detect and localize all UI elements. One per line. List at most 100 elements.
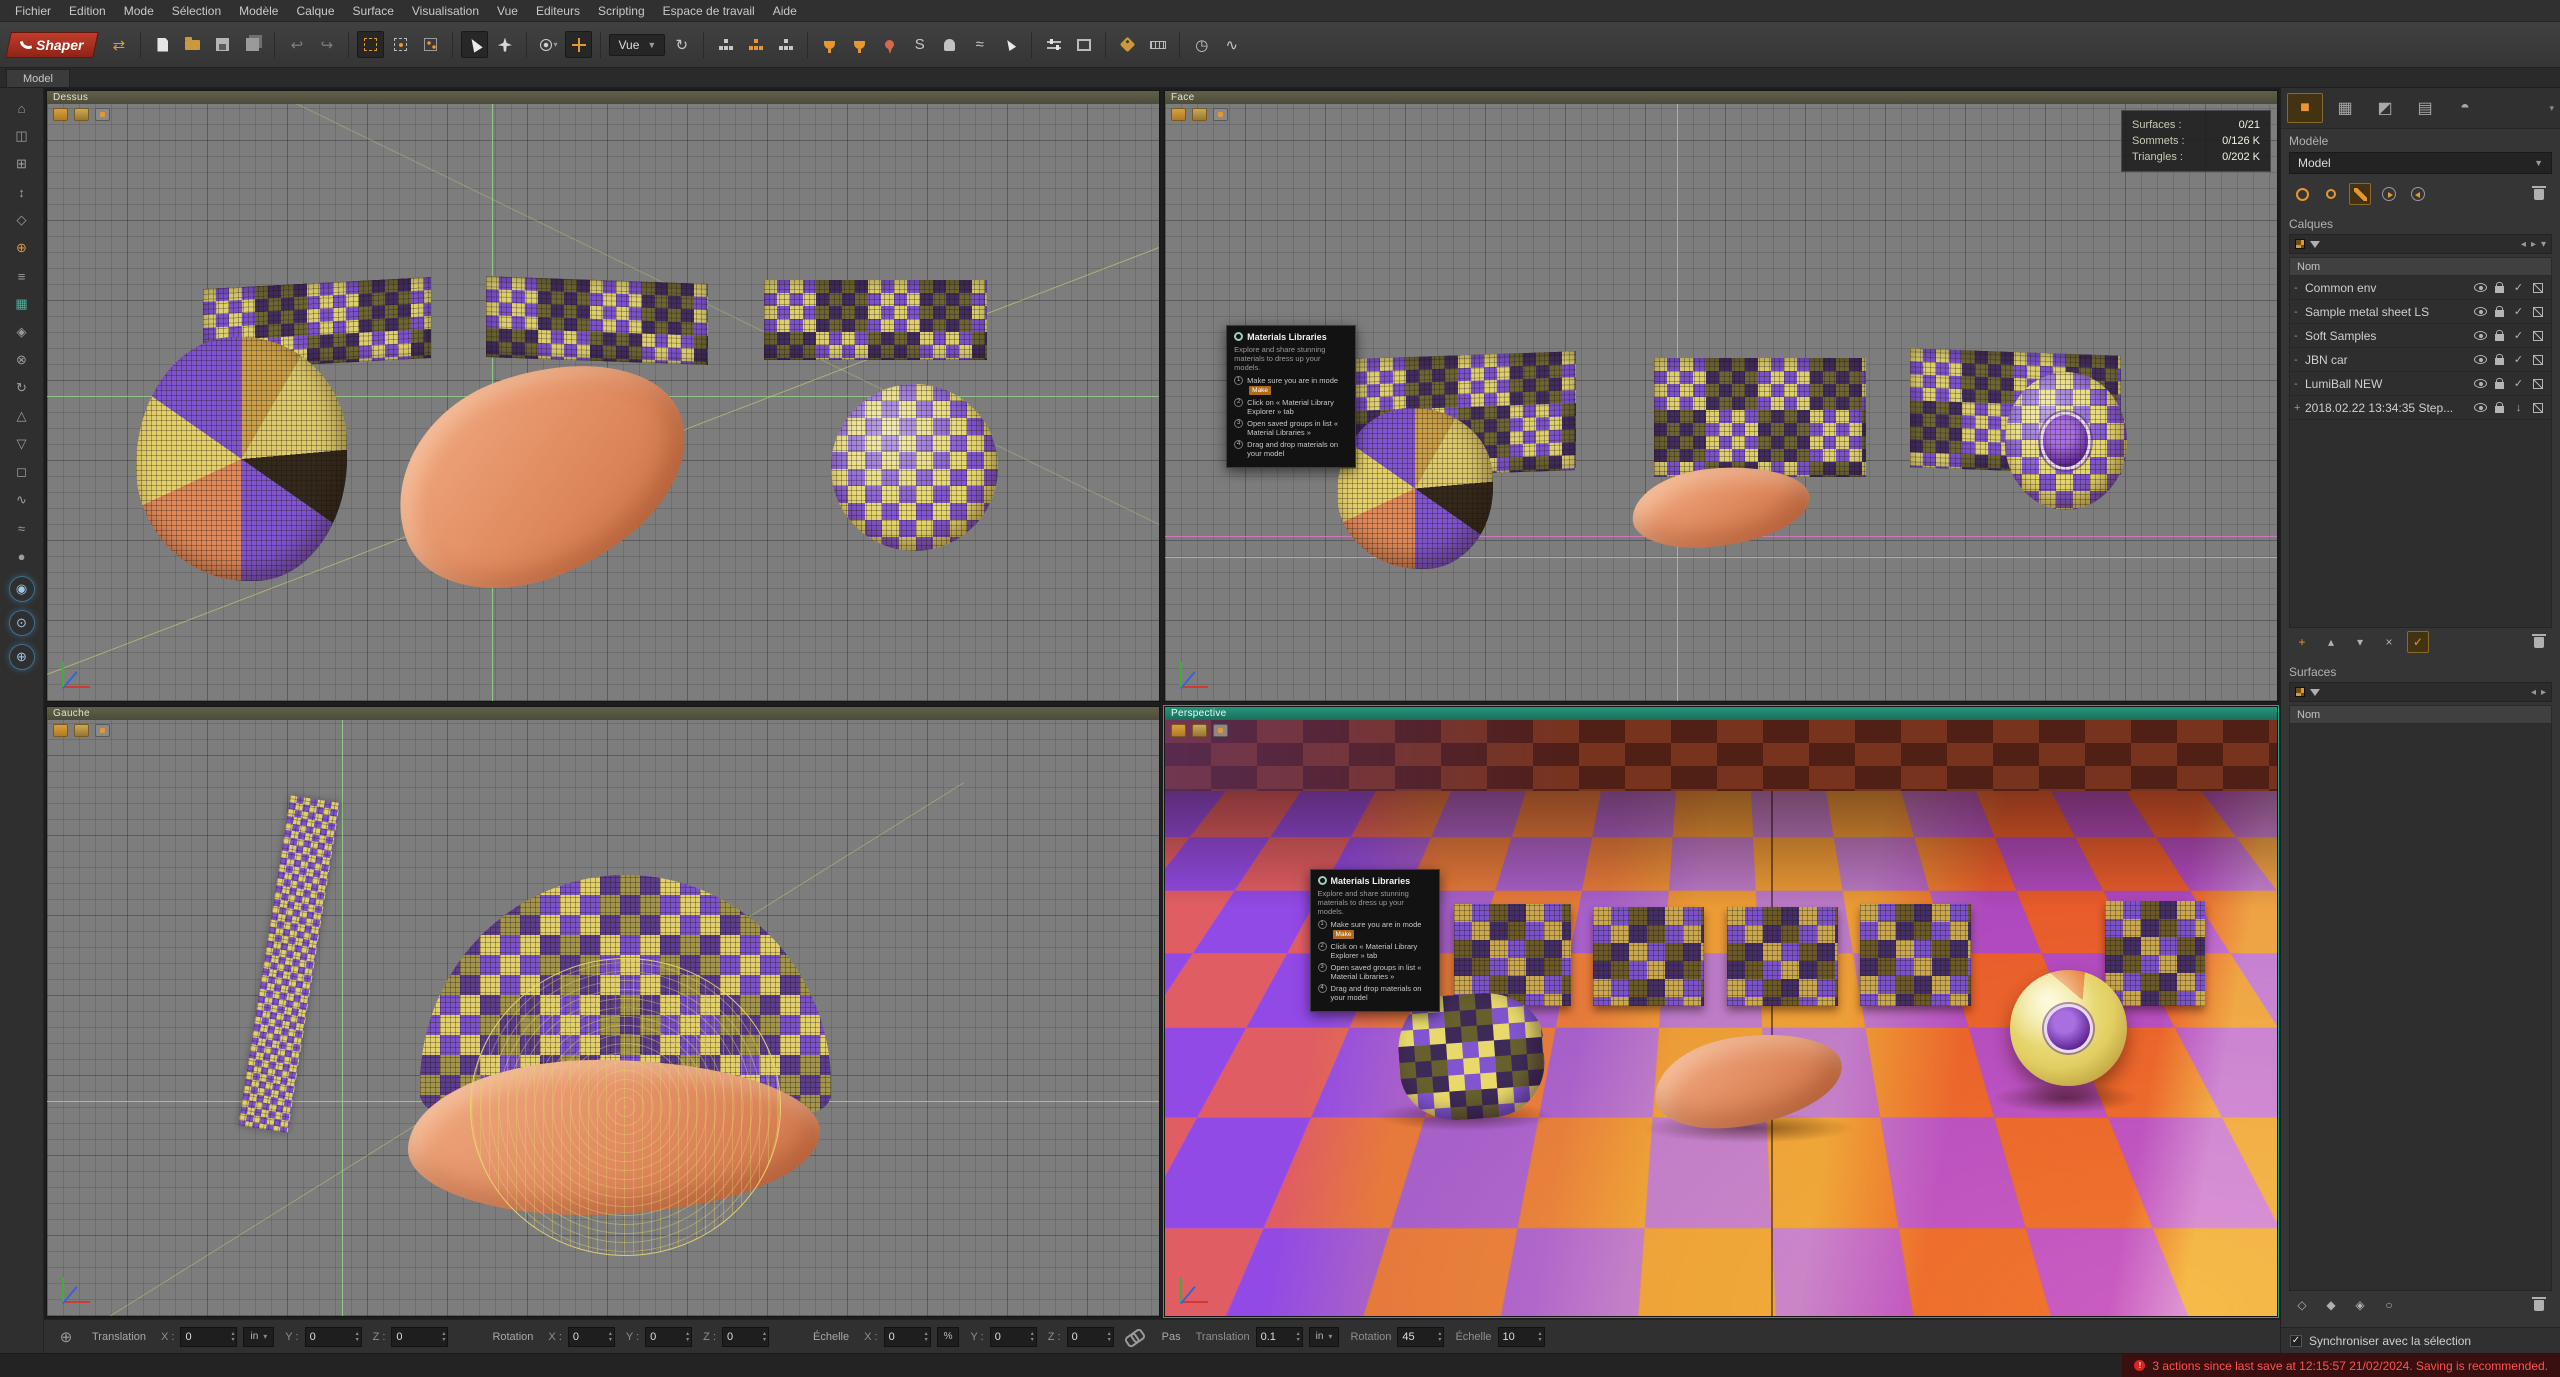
tab-lighting-icon[interactable]: ◓ <box>2447 93 2483 123</box>
layer-row[interactable]: - Common env ✓ <box>2290 276 2551 300</box>
viewport-gauche[interactable]: Gauche <box>46 705 1160 1317</box>
left-tool-11-icon[interactable]: ↻ <box>8 376 36 400</box>
translation-z-field[interactable]: ▴▾ <box>391 1326 449 1347</box>
translation-unit-dropdown[interactable]: in ▾ <box>243 1326 275 1347</box>
coordinate-system-icon[interactable]: ⊕ <box>54 1325 78 1349</box>
menu-item[interactable]: Mode <box>115 0 163 21</box>
layer-color-icon[interactable] <box>2295 239 2305 249</box>
viewport-titlebar[interactable]: Gauche <box>47 706 1159 720</box>
checkered-banner[interactable] <box>486 276 709 365</box>
layer-cancel-button[interactable]: × <box>2378 631 2400 653</box>
visibility-icon[interactable] <box>2471 355 2490 364</box>
viewport-options-icon[interactable] <box>1213 723 1228 737</box>
left-tool-2-icon[interactable]: ◫ <box>8 124 36 148</box>
properties-button[interactable] <box>1040 31 1067 58</box>
curve-editor-button[interactable]: ∿ <box>1218 31 1245 58</box>
paint-select-button[interactable] <box>417 31 444 58</box>
stepper-icon[interactable]: ▴ ▾ <box>229 1331 236 1343</box>
step-unit-dropdown[interactable]: in ▾ <box>1308 1326 1340 1347</box>
left-tool-6-icon[interactable]: ⊕ <box>8 236 36 260</box>
env-sphere-small-icon[interactable] <box>2320 183 2342 205</box>
surface-color-icon[interactable] <box>2295 687 2305 697</box>
viewport-canvas-face[interactable]: Surfaces :0/21 Sommets :0/126 K Triangles … <box>1165 104 2277 701</box>
scroll-left-icon[interactable]: ◂ <box>2531 687 2536 698</box>
viewport-titlebar[interactable]: Dessus <box>47 91 1159 104</box>
layer-down-button[interactable]: ▾ <box>2349 631 2371 653</box>
lock-icon[interactable] <box>2490 401 2509 413</box>
stepper-icon[interactable]: ▴ ▾ <box>1436 1331 1443 1343</box>
visibility-icon[interactable] <box>2471 283 2490 292</box>
surface-node-4-icon[interactable]: ○ <box>2378 1294 2400 1316</box>
move-down-icon[interactable]: ↓ <box>2509 402 2528 414</box>
scroll-right-icon[interactable]: ▸ <box>2541 687 2546 698</box>
view-dropdown[interactable]: Vue ▼ <box>609 33 666 56</box>
menu-item[interactable]: Vue <box>488 0 527 21</box>
left-tool-5-icon[interactable]: ◇ <box>8 208 36 232</box>
lock-icon[interactable] <box>2490 353 2509 365</box>
expander-icon[interactable]: + <box>2294 402 2305 414</box>
stepper-icon[interactable]: ▴ ▾ <box>1029 1331 1036 1343</box>
camera-pan-toggle-icon[interactable]: ⊙ <box>8 610 35 636</box>
sync-checkbox[interactable] <box>2290 1334 2302 1347</box>
left-tool-14-icon[interactable]: ◻ <box>8 460 36 484</box>
model-dropdown[interactable]: Model ▼ <box>2289 152 2552 174</box>
left-tool-13-icon[interactable]: ▽ <box>8 432 36 456</box>
stepper-icon[interactable]: ▴ ▾ <box>923 1331 930 1343</box>
paint-slot-icon[interactable] <box>2528 282 2547 293</box>
ghost-mode-button[interactable] <box>936 31 963 58</box>
viewport-layers-icon[interactable] <box>1192 108 1207 121</box>
viewport-face[interactable]: Face Surfaces :0/21 Sommets :0/126 K Trian… <box>1164 90 2278 702</box>
award-button-2[interactable] <box>846 31 873 58</box>
viewport-render-mode-icon[interactable] <box>53 723 68 737</box>
menu-item[interactable]: Calque <box>287 0 343 21</box>
menu-item[interactable]: Editeurs <box>527 0 589 21</box>
left-tool-7-icon[interactable]: ≡ <box>8 264 36 288</box>
paint-slot-icon[interactable] <box>2528 330 2547 341</box>
surface-node-2-icon[interactable]: ◆ <box>2320 1294 2342 1316</box>
stepper-icon[interactable]: ▴ ▾ <box>1295 1331 1302 1343</box>
checkered-panel[interactable] <box>1860 904 1972 1007</box>
expander-icon[interactable]: - <box>2294 378 2305 390</box>
paint-material-button[interactable] <box>2349 183 2371 205</box>
checkered-banner[interactable] <box>764 279 988 361</box>
layer-row[interactable]: +2018.02.22 13:34:35 Step... ↓ <box>2290 396 2551 420</box>
orbit-view-button[interactable]: ↻ <box>668 31 695 58</box>
checkered-panel[interactable] <box>2104 901 2205 1007</box>
left-tool-17-icon[interactable]: ● <box>8 544 36 568</box>
visibility-icon[interactable] <box>2471 331 2490 340</box>
shaper-mode-badge[interactable]: Shaper <box>5 31 100 58</box>
fly-navigation-button[interactable] <box>491 31 518 58</box>
viewport-options-icon[interactable] <box>95 108 110 121</box>
viewport-render-mode-icon[interactable] <box>1171 723 1186 737</box>
rotation-x-field[interactable]: ▴▾ <box>567 1326 615 1347</box>
redo-button[interactable]: ↪ <box>313 31 340 58</box>
link-values-icon[interactable] <box>1122 1326 1144 1346</box>
expander-icon[interactable]: - <box>2294 330 2305 342</box>
measure-button[interactable] <box>1144 31 1171 58</box>
expander-icon[interactable]: - <box>2294 354 2305 366</box>
assign-prev-icon[interactable] <box>2407 183 2429 205</box>
viewport-perspective[interactable]: Perspective Materials Libraries Explore … <box>1163 704 2279 1318</box>
viewport-render-mode-icon[interactable] <box>53 108 68 121</box>
viewport-layers-icon[interactable] <box>74 108 89 121</box>
menu-item[interactable]: Sélection <box>163 0 230 21</box>
save-button[interactable] <box>209 31 236 58</box>
delete-layer-button[interactable] <box>2528 631 2550 653</box>
step-rotation-input[interactable] <box>1398 1327 1437 1346</box>
checkered-banner[interactable] <box>1654 357 1866 478</box>
stepper-icon[interactable]: ▴ ▾ <box>440 1331 447 1343</box>
lock-icon[interactable] <box>2490 281 2509 293</box>
viewport-titlebar[interactable]: Perspective <box>1165 706 2277 720</box>
camera-orbit-toggle-icon[interactable]: ◉ <box>8 576 35 602</box>
stepper-icon[interactable]: ▴ ▾ <box>684 1331 691 1343</box>
scroll-left-icon[interactable]: ◂ <box>2521 239 2526 250</box>
menu-item[interactable]: Modèle <box>230 0 287 21</box>
layer-up-button[interactable]: ▴ <box>2320 631 2342 653</box>
layer-validate-button[interactable]: ✓ <box>2407 631 2429 653</box>
check-icon[interactable]: ✓ <box>2509 281 2528 294</box>
lock-icon[interactable] <box>2490 377 2509 389</box>
left-tool-15-icon[interactable]: ∿ <box>8 488 36 512</box>
translation-z-input[interactable] <box>392 1327 441 1346</box>
move-gizmo-button[interactable] <box>565 31 593 58</box>
left-tool-12-icon[interactable]: △ <box>8 404 36 428</box>
